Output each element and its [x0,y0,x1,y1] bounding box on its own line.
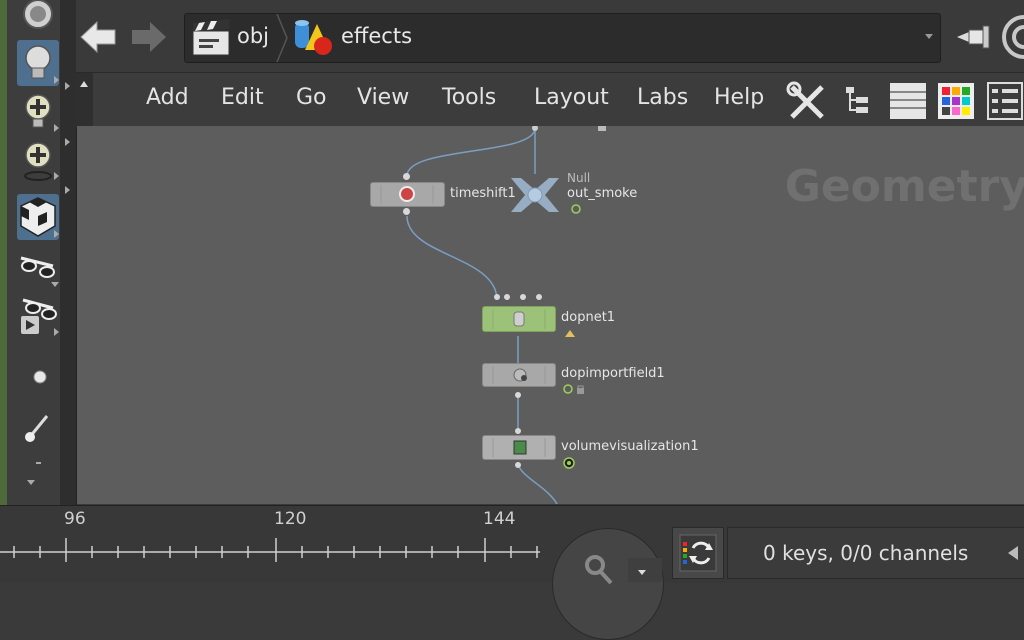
key-dial-button[interactable] [552,528,664,640]
left-shelf [7,0,61,505]
menu-add[interactable]: Add [146,85,189,110]
node-label-dopimportfield: dopimportfield1 [561,366,665,381]
tick-label: 120 [274,509,307,529]
dopnet-icon [492,309,546,329]
channel-refresh-button[interactable] [672,527,724,579]
geometry-shapes-icon [295,20,332,55]
display-flag-icon [563,457,575,469]
point-tool-button[interactable] [17,360,59,400]
spot-light-icon [24,142,52,181]
timeline-ruler[interactable] [0,534,560,564]
back-arrow-icon[interactable] [79,20,119,54]
list-view-icon[interactable] [888,81,928,121]
menu-bar: Add Edit Go View Tools Layout Labs Help [76,72,1024,128]
brush-tool-button[interactable] [17,408,59,448]
menu-scroll-handle[interactable] [76,73,93,127]
menu-tools[interactable]: Tools [442,85,496,110]
tools-icon[interactable] [786,81,830,121]
tick-label: 96 [64,509,86,529]
input-connector[interactable] [536,294,542,300]
output-connector[interactable] [403,208,410,215]
node-label-out-smoke: out_smoke [567,186,638,201]
breadcrumb: obj effects [184,13,941,63]
dot-icon [33,370,47,384]
stereo-play-tool-button[interactable] [17,294,59,340]
breadcrumb-separator-icon [276,14,288,62]
input-connector[interactable] [520,294,526,300]
checker-cube-tool-button[interactable] [17,194,59,240]
grid-layout-icon[interactable] [986,81,1024,121]
timeline-bar: 96 120 144 0 keys, 0/0 channels [0,505,1024,640]
menu-help[interactable]: Help [714,85,764,110]
node-label-timeshift: timeshift1 [450,186,516,201]
input-connector[interactable] [504,294,510,300]
spot-light-tool-button[interactable] [17,140,59,181]
input-connector[interactable] [515,428,521,434]
key-icon [585,555,613,585]
menu-labs[interactable]: Labs [637,85,688,110]
keys-status-text: 0 keys, 0/0 channels [763,541,969,565]
forward-arrow-icon[interactable] [128,20,168,54]
node-volumevisualization[interactable] [482,435,556,460]
node-type-null: Null [567,171,591,185]
output-connector[interactable] [515,462,521,468]
keys-menu-arrow[interactable] [1008,546,1018,560]
view-tool-button[interactable] [17,0,59,40]
dopimportfield-icon [492,366,546,384]
pane-divider[interactable] [60,0,77,505]
menu-go[interactable]: Go [296,85,327,110]
checker-cube-icon [20,197,56,237]
pin-icon[interactable] [955,22,995,52]
color-palette-icon[interactable] [936,81,976,121]
node-status-lock-icon [563,384,584,394]
node-dopnet[interactable] [482,306,556,332]
clapperboard-icon [192,19,230,56]
key-dropdown[interactable] [628,558,662,582]
null-node-icon[interactable] [507,174,563,216]
light-icon [25,45,51,79]
stereo-glasses-icon [20,256,55,278]
network-editor[interactable]: Geometry timeshift1 Null out_smoke dopne… [77,126,1024,504]
add-light-icon [25,94,51,128]
add-light-tool-button[interactable] [17,92,59,132]
shelf-more-arrow[interactable] [27,480,35,485]
light-tool-button[interactable] [17,40,59,86]
menu-view[interactable]: View [357,85,409,110]
tick-label: 144 [483,509,516,529]
breadcrumb-effects[interactable]: effects [341,24,412,48]
output-connector[interactable] [515,392,521,398]
node-label-volumevisualization: volumevisualization1 [561,439,699,454]
breadcrumb-obj[interactable]: obj [237,24,269,48]
path-dropdown-arrow[interactable] [925,34,933,39]
stereo-play-icon [21,298,57,334]
tree-icon[interactable] [842,83,876,119]
menu-layout[interactable]: Layout [534,85,609,110]
brush-icon [25,415,49,442]
volumevisualization-icon [492,438,546,457]
spiral-icon[interactable] [1000,14,1024,60]
export-flag-icon [565,330,575,337]
timeshift-icon [380,185,434,204]
menu-edit[interactable]: Edit [221,85,264,110]
stereo-glasses-tool-button[interactable] [17,246,59,287]
shelf-separator [36,462,41,464]
node-dopimportfield[interactable] [482,363,556,387]
view-tool-icon [23,0,53,29]
node-status-icon [571,204,581,214]
input-connector[interactable] [494,294,500,300]
background-strip [0,0,7,505]
node-label-dopnet: dopnet1 [561,310,616,325]
input-connector[interactable] [403,173,410,180]
node-timeshift[interactable] [370,182,445,207]
refresh-channels-icon [679,534,717,572]
keys-status-box[interactable]: 0 keys, 0/0 channels [727,527,1024,579]
